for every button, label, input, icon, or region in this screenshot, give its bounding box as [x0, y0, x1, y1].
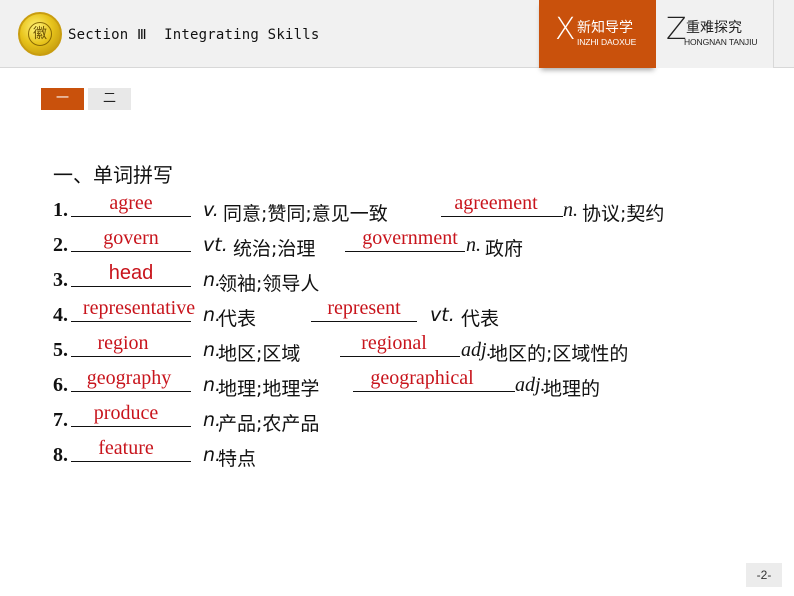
answer-text: feature: [98, 437, 154, 459]
meaning-text: 地区;区域: [218, 343, 301, 365]
nav-xinzhi-daoxue[interactable]: X 新知导学 INZHI DAOXUE: [539, 0, 656, 68]
section-heading: 一、单词拼写: [53, 163, 173, 187]
meaning-text: 产品;农产品: [218, 413, 320, 435]
nav-en-label: INZHI DAOXUE: [577, 37, 637, 47]
list-item: 3. head n. 领袖;领导人: [53, 260, 773, 295]
answer-text: produce: [93, 402, 159, 424]
derived-meaning-text: 协议;契约: [582, 203, 665, 225]
derived-answer-text: government: [362, 227, 458, 249]
derived-meaning-text: 政府: [485, 238, 524, 260]
list-item: 4. representative n. 代表 represent vt. 代表: [53, 295, 773, 330]
part-of-speech: vt.: [203, 234, 228, 256]
derived-answer-text: agreement: [454, 192, 538, 214]
derived-meaning-text: 地理的: [543, 378, 601, 400]
meaning-text: 地理;地理学: [218, 378, 320, 400]
derived-part-of-speech: adj.: [515, 374, 546, 396]
meaning-text: 领袖;领导人: [218, 273, 320, 295]
answer-text: govern: [103, 227, 159, 249]
answer-text: head: [108, 262, 154, 284]
list-item: 7. produce n. 产品;农产品: [53, 400, 773, 435]
list-item: 8. feature n. 特点: [53, 435, 773, 470]
answer-text: geography: [86, 367, 172, 389]
derived-part-of-speech: vt.: [430, 304, 455, 326]
vocabulary-exercise: 一、单词拼写 1. agree v. 同意;赞同;意见一致 agreement …: [53, 160, 773, 470]
derived-answer-text: represent: [327, 297, 401, 319]
nav-cn-label: 重难探究: [686, 20, 742, 36]
item-number: 7.: [53, 409, 68, 431]
derived-meaning-text: 代表: [461, 308, 500, 330]
list-item: 6. geography n. 地理;地理学 geographical adj.…: [53, 365, 773, 400]
derived-meaning-text: 地区的;区域性的: [489, 343, 629, 365]
header-bar: 徽 Section Ⅲ Integrating Skills X 新知导学 IN…: [0, 0, 794, 68]
item-number: 5.: [53, 339, 68, 361]
school-emblem-logo: 徽: [18, 12, 62, 56]
derived-part-of-speech: n.: [466, 234, 481, 256]
meaning-text: 统治;治理: [233, 238, 316, 260]
derived-answer-text: regional: [361, 332, 427, 354]
item-number: 4.: [53, 304, 68, 326]
nav-en-label: HONGNAN TANJIU: [684, 37, 758, 47]
item-number: 8.: [53, 444, 68, 466]
derived-part-of-speech: n.: [563, 199, 578, 221]
part-of-speech: v.: [203, 199, 219, 221]
section-tabs: 一 二: [41, 88, 131, 110]
nav-letter: X: [555, 12, 576, 47]
answer-text: agree: [109, 192, 153, 214]
nav-zhongnan-tanjiu[interactable]: Z 重难探究 HONGNAN TANJIU: [656, 0, 774, 68]
derived-answer-text: geographical: [370, 367, 474, 389]
tab-one[interactable]: 一: [41, 88, 84, 110]
derived-part-of-speech: adj.: [461, 339, 492, 361]
item-number: 1.: [53, 199, 68, 221]
section-title: Section Ⅲ Integrating Skills: [68, 27, 320, 43]
emblem-glyph: 徽: [28, 22, 52, 46]
page-number: -2-: [746, 563, 782, 587]
item-number: 3.: [53, 269, 68, 291]
list-item: 2. govern vt. 统治;治理 government n. 政府: [53, 225, 773, 260]
nav-cn-label: 新知导学: [577, 20, 633, 36]
item-number: 6.: [53, 374, 68, 396]
tab-two[interactable]: 二: [88, 88, 131, 110]
answer-text: region: [97, 332, 149, 354]
answer-text: representative: [82, 297, 196, 319]
list-item: 5. region n. 地区;区域 regional adj. 地区的;区域性…: [53, 330, 773, 365]
meaning-text: 代表: [218, 308, 257, 330]
list-item: 1. agree v. 同意;赞同;意见一致 agreement n. 协议;契…: [53, 190, 773, 225]
meaning-text: 特点: [218, 448, 257, 470]
meaning-text: 同意;赞同;意见一致: [223, 203, 388, 225]
item-number: 2.: [53, 234, 68, 256]
